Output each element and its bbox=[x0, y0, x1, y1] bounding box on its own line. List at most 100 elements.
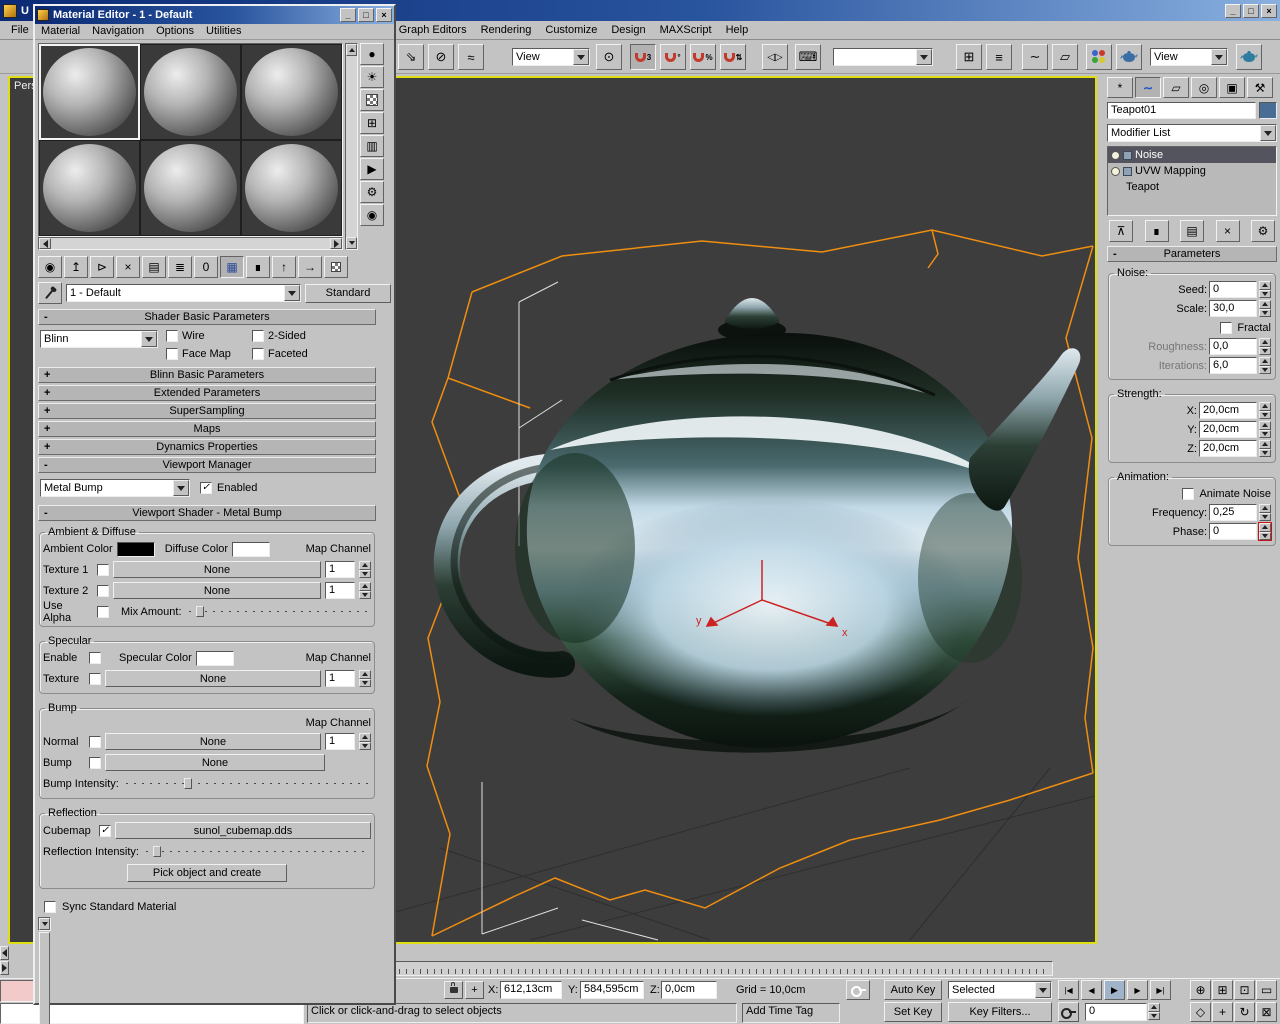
modify-tab-icon[interactable]: ∼ bbox=[1135, 77, 1161, 98]
texture1-map-button[interactable]: None bbox=[113, 561, 321, 578]
wire-checkbox[interactable] bbox=[166, 330, 178, 342]
schematic-view-icon[interactable]: ▱ bbox=[1052, 44, 1078, 70]
bump-map-button[interactable]: None bbox=[105, 754, 325, 771]
scroll-down-icon[interactable] bbox=[346, 237, 357, 249]
dialog-minimize-button[interactable]: _ bbox=[340, 8, 356, 22]
show-end-result-icon[interactable]: ∎ bbox=[246, 256, 270, 278]
dynamics-rollout-header[interactable]: + Dynamics Properties bbox=[38, 439, 376, 455]
strength-x-field[interactable]: 20,0cm bbox=[1199, 402, 1257, 419]
specular-channel-spinner[interactable] bbox=[359, 670, 371, 687]
material-editor-icon[interactable] bbox=[1086, 44, 1112, 70]
scroll-left-icon[interactable] bbox=[0, 946, 9, 960]
shader-dropdown[interactable]: Blinn bbox=[40, 330, 158, 348]
display-tab-icon[interactable]: ▣ bbox=[1219, 77, 1245, 98]
make-preview-icon[interactable]: ▶ bbox=[360, 158, 384, 180]
bump-channel-field[interactable]: 1 bbox=[325, 733, 355, 750]
menu-help[interactable]: Help bbox=[719, 22, 756, 39]
pan-icon[interactable]: + bbox=[1212, 1002, 1233, 1022]
use-alpha-checkbox[interactable] bbox=[97, 605, 109, 618]
supersampling-rollout-header[interactable]: + SuperSampling bbox=[38, 403, 376, 419]
set-key-button[interactable]: Set Key bbox=[884, 1002, 942, 1022]
fractal-checkbox[interactable] bbox=[1220, 321, 1233, 334]
unlink-selection-icon[interactable]: ⊘ bbox=[428, 44, 454, 70]
window-minimize-button[interactable]: _ bbox=[1225, 3, 1241, 18]
rollout-scrollbar[interactable] bbox=[38, 917, 51, 1024]
specular-channel-field[interactable]: 1 bbox=[325, 670, 355, 687]
sample-tiling-icon[interactable]: ⊞ bbox=[360, 112, 384, 134]
iterations-spinner[interactable] bbox=[1259, 357, 1271, 374]
render-production-icon[interactable] bbox=[1236, 44, 1262, 70]
strength-x-spinner[interactable] bbox=[1259, 402, 1271, 419]
frequency-spinner[interactable] bbox=[1259, 504, 1271, 521]
material-type-button[interactable]: Standard bbox=[305, 283, 391, 303]
select-by-material-icon[interactable]: ◉ bbox=[360, 204, 384, 226]
time-ruler[interactable] bbox=[305, 961, 1053, 976]
specular-texture-button[interactable]: None bbox=[105, 670, 321, 687]
texture2-checkbox[interactable] bbox=[97, 584, 109, 597]
zoom-icon[interactable]: ⊕ bbox=[1190, 980, 1211, 1000]
maps-rollout-header[interactable]: + Maps bbox=[38, 421, 376, 437]
scale-spinner[interactable] bbox=[1259, 300, 1271, 317]
material-id-channel-icon[interactable]: 0 bbox=[194, 256, 218, 278]
reflection-intensity-slider[interactable] bbox=[146, 845, 368, 858]
slots-v-scrollbar[interactable] bbox=[345, 43, 358, 250]
dropdown-arrow-icon[interactable] bbox=[173, 480, 189, 496]
backlight-icon[interactable]: ☀ bbox=[360, 66, 384, 88]
reference-coordinate-dropdown[interactable]: View bbox=[512, 48, 590, 66]
strength-z-spinner[interactable] bbox=[1259, 440, 1271, 457]
show-end-result-icon[interactable]: ∎ bbox=[1144, 220, 1169, 242]
menu-graph-editors[interactable]: Graph Editors bbox=[392, 22, 474, 39]
keyboard-shortcut-override-icon[interactable]: ⌨ bbox=[795, 44, 821, 70]
play-animation-icon[interactable]: ▶ bbox=[1104, 980, 1125, 1000]
sample-type-icon[interactable]: ● bbox=[360, 43, 384, 65]
modifier-enable-icon[interactable] bbox=[1111, 166, 1120, 176]
material-editor-titlebar[interactable]: Material Editor - 1 - Default _ □ × bbox=[35, 6, 394, 24]
scroll-down-icon[interactable] bbox=[39, 918, 50, 930]
material-slot-3[interactable] bbox=[241, 44, 342, 140]
dropdown-arrow-icon[interactable] bbox=[1211, 49, 1227, 65]
material-slot-6[interactable] bbox=[241, 140, 342, 236]
dropdown-arrow-icon[interactable] bbox=[916, 49, 932, 65]
iterations-field[interactable]: 6,0 bbox=[1209, 357, 1257, 374]
scroll-right-icon[interactable] bbox=[330, 238, 342, 249]
me-menu-navigation[interactable]: Navigation bbox=[86, 23, 150, 40]
viewport-manager-rollout-header[interactable]: - Viewport Manager bbox=[38, 457, 376, 473]
menu-customize[interactable]: Customize bbox=[538, 22, 604, 39]
shader-basic-rollout-header[interactable]: - Shader Basic Parameters bbox=[38, 309, 376, 325]
texture1-channel-field[interactable]: 1 bbox=[325, 561, 355, 578]
selection-lock-icon[interactable] bbox=[444, 981, 463, 999]
two-sided-checkbox[interactable] bbox=[252, 330, 264, 342]
percent-snap-icon[interactable]: % bbox=[690, 44, 716, 70]
z-coord-field[interactable]: 0,0cm bbox=[661, 981, 717, 999]
align-icon[interactable]: ⊞ bbox=[956, 44, 982, 70]
layer-manager-icon[interactable]: ≡ bbox=[986, 44, 1012, 70]
window-close-button[interactable]: × bbox=[1261, 3, 1277, 18]
mix-amount-slider[interactable] bbox=[188, 605, 369, 618]
key-selection-dropdown[interactable]: Selected bbox=[948, 981, 1052, 999]
diffuse-color-swatch[interactable] bbox=[232, 541, 271, 557]
pin-stack-icon[interactable]: ⊼ bbox=[1109, 220, 1133, 242]
modifier-stack-row-teapot[interactable]: Teapot bbox=[1108, 179, 1276, 195]
render-view-dropdown[interactable]: View bbox=[1150, 48, 1228, 66]
angle-snap-icon[interactable]: ° bbox=[660, 44, 686, 70]
bump-intensity-slider[interactable] bbox=[125, 777, 369, 790]
y-coord-field[interactable]: 584,595cm bbox=[580, 981, 644, 999]
dropdown-arrow-icon[interactable] bbox=[1260, 125, 1276, 141]
scrollbar-thumb[interactable] bbox=[39, 932, 50, 1024]
modifier-enable-icon[interactable] bbox=[1111, 150, 1120, 160]
texture1-checkbox[interactable] bbox=[97, 563, 109, 576]
make-unique-icon[interactable]: ▤ bbox=[1180, 220, 1204, 242]
go-to-parent-icon[interactable]: ↑ bbox=[272, 256, 296, 278]
modifier-list-dropdown[interactable]: Modifier List bbox=[1107, 124, 1277, 142]
select-and-link-icon[interactable]: ⇘ bbox=[398, 44, 424, 70]
material-slot-5[interactable] bbox=[140, 140, 241, 236]
get-material-icon[interactable]: ◉ bbox=[38, 256, 62, 278]
seed-field[interactable]: 0 bbox=[1209, 281, 1257, 298]
frequency-field[interactable]: 0,25 bbox=[1209, 504, 1257, 521]
key-mode-toggle-icon[interactable] bbox=[1058, 1002, 1079, 1022]
zoom-region-icon[interactable]: ▭ bbox=[1256, 980, 1277, 1000]
me-menu-material[interactable]: Material bbox=[35, 23, 86, 40]
options-icon[interactable]: ⚙ bbox=[360, 181, 384, 203]
slots-h-scrollbar[interactable] bbox=[38, 237, 343, 250]
seed-spinner[interactable] bbox=[1259, 281, 1271, 298]
